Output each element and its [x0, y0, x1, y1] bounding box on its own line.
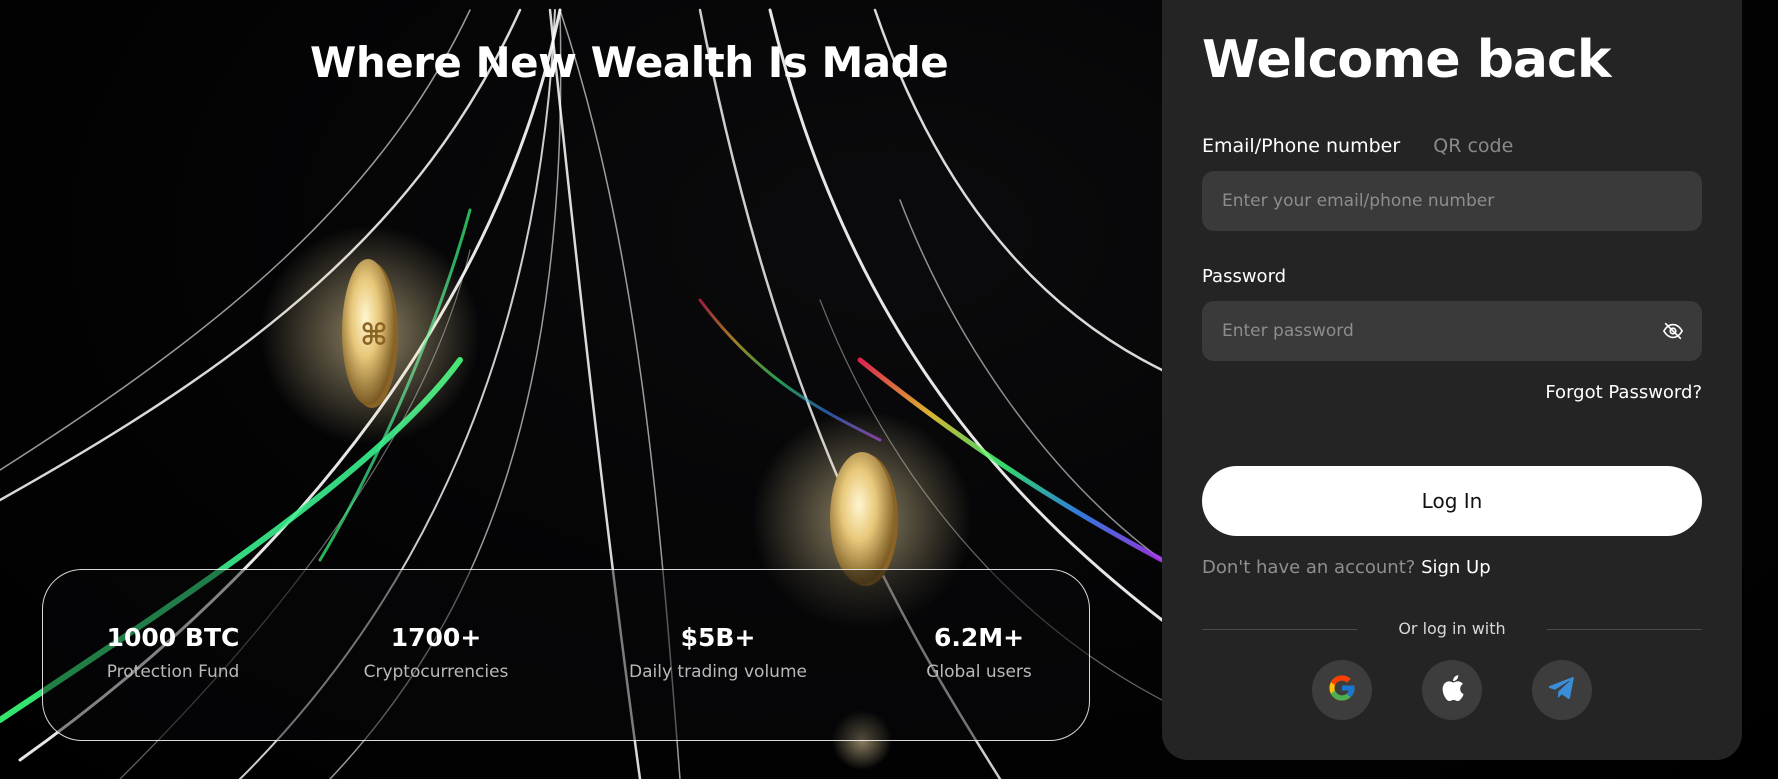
signup-prompt: Don't have an account? Sign Up — [1202, 557, 1491, 578]
telegram-icon — [1548, 676, 1575, 704]
password-input[interactable] — [1202, 301, 1642, 361]
stats-card: 1000 BTC Protection Fund 1700+ Cryptocur… — [42, 569, 1090, 741]
gold-coin-left-graphic: ⌘ — [260, 225, 480, 445]
login-method-tabs: Email/Phone number QR code — [1202, 135, 1541, 157]
stat-value: 6.2M+ — [933, 623, 1025, 652]
svg-text:⌘: ⌘ — [360, 318, 388, 353]
stat-cryptocurrencies: 1700+ Cryptocurrencies — [361, 623, 511, 682]
signup-prompt-text: Don't have an account? — [1202, 557, 1416, 578]
social-login-buttons — [1312, 660, 1592, 720]
email-phone-input[interactable] — [1202, 171, 1642, 231]
google-login-button[interactable] — [1312, 660, 1372, 720]
hero-title: Where New Wealth Is Made — [310, 38, 949, 87]
email-field-container — [1202, 171, 1702, 231]
apple-login-button[interactable] — [1422, 660, 1482, 720]
login-page: ⌘ Where New Wealth Is Made 1000 BTC Prot… — [0, 0, 1778, 779]
forgot-password-link[interactable]: Forgot Password? — [1545, 382, 1702, 403]
stat-label: Global users — [926, 662, 1032, 682]
social-login-divider: Or log in with — [1202, 619, 1702, 639]
apple-icon — [1439, 674, 1465, 706]
tab-qr-code[interactable]: QR code — [1433, 135, 1513, 157]
password-label: Password — [1202, 266, 1287, 287]
login-button[interactable]: Log In — [1202, 466, 1702, 536]
tab-email-phone[interactable]: Email/Phone number — [1202, 135, 1400, 157]
divider-line — [1547, 629, 1702, 630]
stat-value: 1000 BTC — [106, 623, 240, 652]
stat-value: $5B+ — [680, 623, 756, 652]
stat-daily-volume: $5B+ Daily trading volume — [628, 623, 808, 682]
stat-label: Daily trading volume — [629, 662, 807, 682]
stat-value: 1700+ — [390, 623, 482, 652]
stat-label: Cryptocurrencies — [363, 662, 509, 682]
password-field-container — [1202, 301, 1702, 361]
signup-link[interactable]: Sign Up — [1421, 557, 1491, 578]
stat-global-users: 6.2M+ Global users — [909, 623, 1049, 682]
stat-label: Protection Fund — [106, 662, 240, 682]
eye-off-icon[interactable] — [1662, 320, 1684, 342]
login-title: Welcome back — [1202, 30, 1611, 90]
stat-protection-fund: 1000 BTC Protection Fund — [103, 623, 243, 682]
telegram-login-button[interactable] — [1532, 660, 1592, 720]
login-panel: Welcome back Email/Phone number QR code … — [1162, 0, 1742, 760]
google-icon — [1327, 673, 1357, 707]
